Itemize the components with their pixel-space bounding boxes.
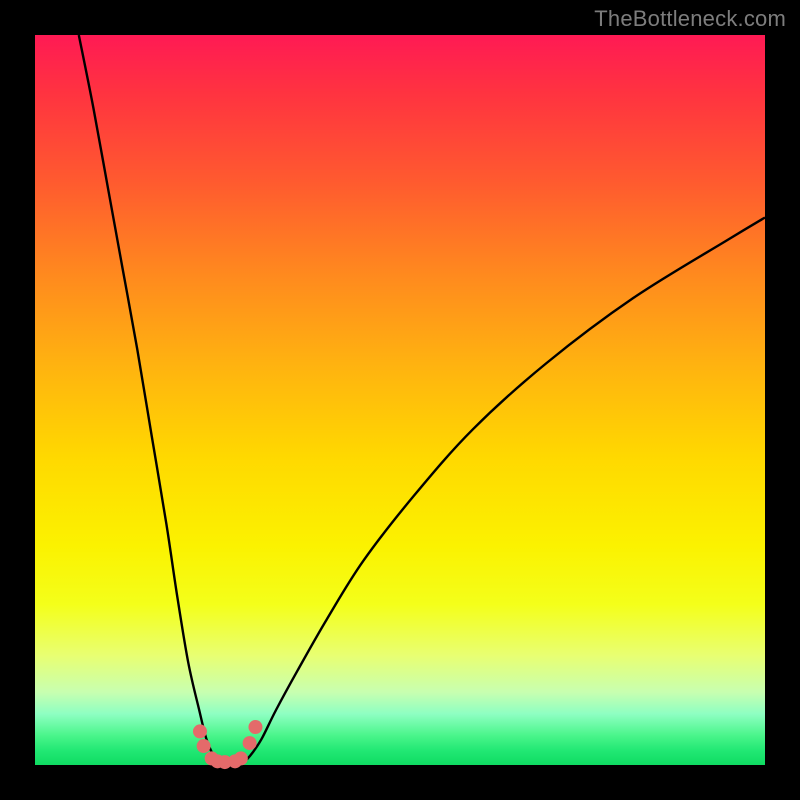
- chart-stage: TheBottleneck.com: [0, 0, 800, 800]
- floor-marker-dot: [248, 720, 262, 734]
- floor-marker-dot: [234, 751, 248, 765]
- floor-marker-dots: [193, 720, 262, 769]
- left-branch-path: [79, 35, 219, 763]
- floor-marker-dot: [243, 736, 257, 750]
- plot-area: [35, 35, 765, 765]
- floor-marker-dot: [193, 724, 207, 738]
- right-branch-path: [243, 218, 765, 763]
- floor-marker-dot: [197, 739, 211, 753]
- watermark-text: TheBottleneck.com: [594, 6, 786, 32]
- curve-layer: [35, 35, 765, 765]
